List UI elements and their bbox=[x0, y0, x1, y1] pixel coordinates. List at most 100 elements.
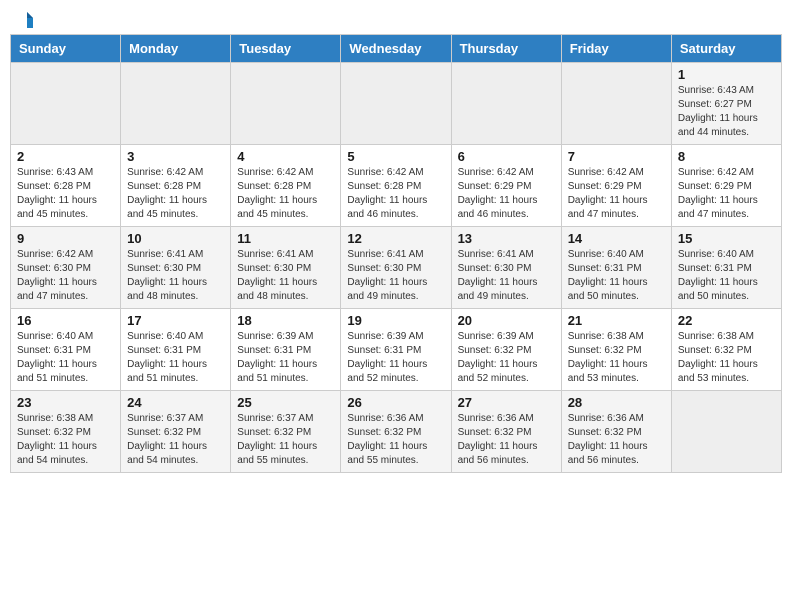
calendar-cell bbox=[121, 63, 231, 145]
day-info: Sunrise: 6:38 AM Sunset: 6:32 PM Dayligh… bbox=[17, 412, 114, 468]
calendar-week-row: 16 Sunrise: 6:40 AM Sunset: 6:31 PM Dayli… bbox=[11, 309, 782, 391]
calendar-cell: 11 Sunrise: 6:41 AM Sunset: 6:30 PM Dayli… bbox=[231, 227, 341, 309]
calendar-cell bbox=[671, 391, 781, 473]
day-number: 17 bbox=[127, 313, 224, 328]
weekday-header-thursday: Thursday bbox=[451, 35, 561, 63]
day-info: Sunrise: 6:42 AM Sunset: 6:28 PM Dayligh… bbox=[237, 166, 334, 222]
day-info: Sunrise: 6:42 AM Sunset: 6:29 PM Dayligh… bbox=[678, 166, 775, 222]
day-number: 20 bbox=[458, 313, 555, 328]
day-number: 21 bbox=[568, 313, 665, 328]
day-number: 10 bbox=[127, 231, 224, 246]
day-info: Sunrise: 6:40 AM Sunset: 6:31 PM Dayligh… bbox=[17, 330, 114, 386]
weekday-header-sunday: Sunday bbox=[11, 35, 121, 63]
weekday-header-monday: Monday bbox=[121, 35, 231, 63]
logo bbox=[14, 10, 36, 26]
day-info: Sunrise: 6:43 AM Sunset: 6:27 PM Dayligh… bbox=[678, 84, 775, 140]
day-number: 18 bbox=[237, 313, 334, 328]
calendar-cell: 21 Sunrise: 6:38 AM Sunset: 6:32 PM Dayli… bbox=[561, 309, 671, 391]
calendar-cell: 13 Sunrise: 6:41 AM Sunset: 6:30 PM Dayli… bbox=[451, 227, 561, 309]
day-info: Sunrise: 6:41 AM Sunset: 6:30 PM Dayligh… bbox=[458, 248, 555, 304]
day-info: Sunrise: 6:36 AM Sunset: 6:32 PM Dayligh… bbox=[568, 412, 665, 468]
day-info: Sunrise: 6:42 AM Sunset: 6:29 PM Dayligh… bbox=[568, 166, 665, 222]
weekday-header-wednesday: Wednesday bbox=[341, 35, 451, 63]
day-info: Sunrise: 6:37 AM Sunset: 6:32 PM Dayligh… bbox=[127, 412, 224, 468]
calendar-cell: 3 Sunrise: 6:42 AM Sunset: 6:28 PM Daylig… bbox=[121, 145, 231, 227]
calendar-cell: 24 Sunrise: 6:37 AM Sunset: 6:32 PM Dayli… bbox=[121, 391, 231, 473]
day-info: Sunrise: 6:39 AM Sunset: 6:31 PM Dayligh… bbox=[347, 330, 444, 386]
day-info: Sunrise: 6:36 AM Sunset: 6:32 PM Dayligh… bbox=[458, 412, 555, 468]
day-number: 14 bbox=[568, 231, 665, 246]
day-info: Sunrise: 6:41 AM Sunset: 6:30 PM Dayligh… bbox=[347, 248, 444, 304]
day-info: Sunrise: 6:40 AM Sunset: 6:31 PM Dayligh… bbox=[127, 330, 224, 386]
day-number: 9 bbox=[17, 231, 114, 246]
calendar-cell: 15 Sunrise: 6:40 AM Sunset: 6:31 PM Dayli… bbox=[671, 227, 781, 309]
day-number: 16 bbox=[17, 313, 114, 328]
day-number: 8 bbox=[678, 149, 775, 164]
day-number: 22 bbox=[678, 313, 775, 328]
calendar-cell: 25Sunrise: 6:37 AM Sunset: 6:32 PM Dayli… bbox=[231, 391, 341, 473]
day-number: 7 bbox=[568, 149, 665, 164]
day-number: 13 bbox=[458, 231, 555, 246]
day-info: Sunrise: 6:38 AM Sunset: 6:32 PM Dayligh… bbox=[568, 330, 665, 386]
page-header bbox=[10, 10, 782, 26]
calendar-week-row: 1Sunrise: 6:43 AM Sunset: 6:27 PM Daylig… bbox=[11, 63, 782, 145]
day-info: Sunrise: 6:39 AM Sunset: 6:31 PM Dayligh… bbox=[237, 330, 334, 386]
calendar-cell bbox=[341, 63, 451, 145]
day-info: Sunrise: 6:42 AM Sunset: 6:28 PM Dayligh… bbox=[127, 166, 224, 222]
day-info: Sunrise: 6:42 AM Sunset: 6:28 PM Dayligh… bbox=[347, 166, 444, 222]
day-number: 23 bbox=[17, 395, 114, 410]
day-number: 11 bbox=[237, 231, 334, 246]
day-info: Sunrise: 6:42 AM Sunset: 6:29 PM Dayligh… bbox=[458, 166, 555, 222]
day-number: 25 bbox=[237, 395, 334, 410]
day-number: 5 bbox=[347, 149, 444, 164]
calendar-cell: 19Sunrise: 6:39 AM Sunset: 6:31 PM Dayli… bbox=[341, 309, 451, 391]
day-info: Sunrise: 6:42 AM Sunset: 6:30 PM Dayligh… bbox=[17, 248, 114, 304]
day-number: 6 bbox=[458, 149, 555, 164]
calendar-cell: 17 Sunrise: 6:40 AM Sunset: 6:31 PM Dayli… bbox=[121, 309, 231, 391]
day-info: Sunrise: 6:40 AM Sunset: 6:31 PM Dayligh… bbox=[678, 248, 775, 304]
calendar-cell: 9 Sunrise: 6:42 AM Sunset: 6:30 PM Daylig… bbox=[11, 227, 121, 309]
day-number: 12 bbox=[347, 231, 444, 246]
calendar-cell: 14 Sunrise: 6:40 AM Sunset: 6:31 PM Dayli… bbox=[561, 227, 671, 309]
calendar-cell: 5 Sunrise: 6:42 AM Sunset: 6:28 PM Daylig… bbox=[341, 145, 451, 227]
calendar-cell bbox=[561, 63, 671, 145]
day-info: Sunrise: 6:43 AM Sunset: 6:28 PM Dayligh… bbox=[17, 166, 114, 222]
calendar-week-row: 2 Sunrise: 6:43 AM Sunset: 6:28 PM Daylig… bbox=[11, 145, 782, 227]
calendar-cell bbox=[231, 63, 341, 145]
calendar-cell: 23 Sunrise: 6:38 AM Sunset: 6:32 PM Dayli… bbox=[11, 391, 121, 473]
calendar-cell: 12 Sunrise: 6:41 AM Sunset: 6:30 PM Dayli… bbox=[341, 227, 451, 309]
day-number: 27 bbox=[458, 395, 555, 410]
calendar-week-row: 9 Sunrise: 6:42 AM Sunset: 6:30 PM Daylig… bbox=[11, 227, 782, 309]
calendar-cell: 27 Sunrise: 6:36 AM Sunset: 6:32 PM Dayli… bbox=[451, 391, 561, 473]
calendar-cell: 22 Sunrise: 6:38 AM Sunset: 6:32 PM Dayli… bbox=[671, 309, 781, 391]
calendar-week-row: 23 Sunrise: 6:38 AM Sunset: 6:32 PM Dayli… bbox=[11, 391, 782, 473]
day-info: Sunrise: 6:40 AM Sunset: 6:31 PM Dayligh… bbox=[568, 248, 665, 304]
weekday-header-tuesday: Tuesday bbox=[231, 35, 341, 63]
day-info: Sunrise: 6:41 AM Sunset: 6:30 PM Dayligh… bbox=[237, 248, 334, 304]
logo-icon bbox=[15, 10, 35, 30]
calendar-cell: 7 Sunrise: 6:42 AM Sunset: 6:29 PM Daylig… bbox=[561, 145, 671, 227]
calendar-table: SundayMondayTuesdayWednesdayThursdayFrid… bbox=[10, 34, 782, 473]
calendar-cell: 16 Sunrise: 6:40 AM Sunset: 6:31 PM Dayli… bbox=[11, 309, 121, 391]
day-info: Sunrise: 6:36 AM Sunset: 6:32 PM Dayligh… bbox=[347, 412, 444, 468]
day-number: 4 bbox=[237, 149, 334, 164]
day-number: 26 bbox=[347, 395, 444, 410]
weekday-header-friday: Friday bbox=[561, 35, 671, 63]
day-number: 28 bbox=[568, 395, 665, 410]
calendar-cell: 26 Sunrise: 6:36 AM Sunset: 6:32 PM Dayli… bbox=[341, 391, 451, 473]
calendar-cell bbox=[11, 63, 121, 145]
day-number: 15 bbox=[678, 231, 775, 246]
calendar-cell: 20 Sunrise: 6:39 AM Sunset: 6:32 PM Dayli… bbox=[451, 309, 561, 391]
weekday-header-saturday: Saturday bbox=[671, 35, 781, 63]
day-number: 3 bbox=[127, 149, 224, 164]
day-number: 2 bbox=[17, 149, 114, 164]
calendar-cell: 8 Sunrise: 6:42 AM Sunset: 6:29 PM Daylig… bbox=[671, 145, 781, 227]
day-info: Sunrise: 6:39 AM Sunset: 6:32 PM Dayligh… bbox=[458, 330, 555, 386]
calendar-cell: 6 Sunrise: 6:42 AM Sunset: 6:29 PM Daylig… bbox=[451, 145, 561, 227]
day-info: Sunrise: 6:38 AM Sunset: 6:32 PM Dayligh… bbox=[678, 330, 775, 386]
day-info: Sunrise: 6:41 AM Sunset: 6:30 PM Dayligh… bbox=[127, 248, 224, 304]
weekday-header-row: SundayMondayTuesdayWednesdayThursdayFrid… bbox=[11, 35, 782, 63]
calendar-cell bbox=[451, 63, 561, 145]
calendar-cell: 1Sunrise: 6:43 AM Sunset: 6:27 PM Daylig… bbox=[671, 63, 781, 145]
day-number: 24 bbox=[127, 395, 224, 410]
